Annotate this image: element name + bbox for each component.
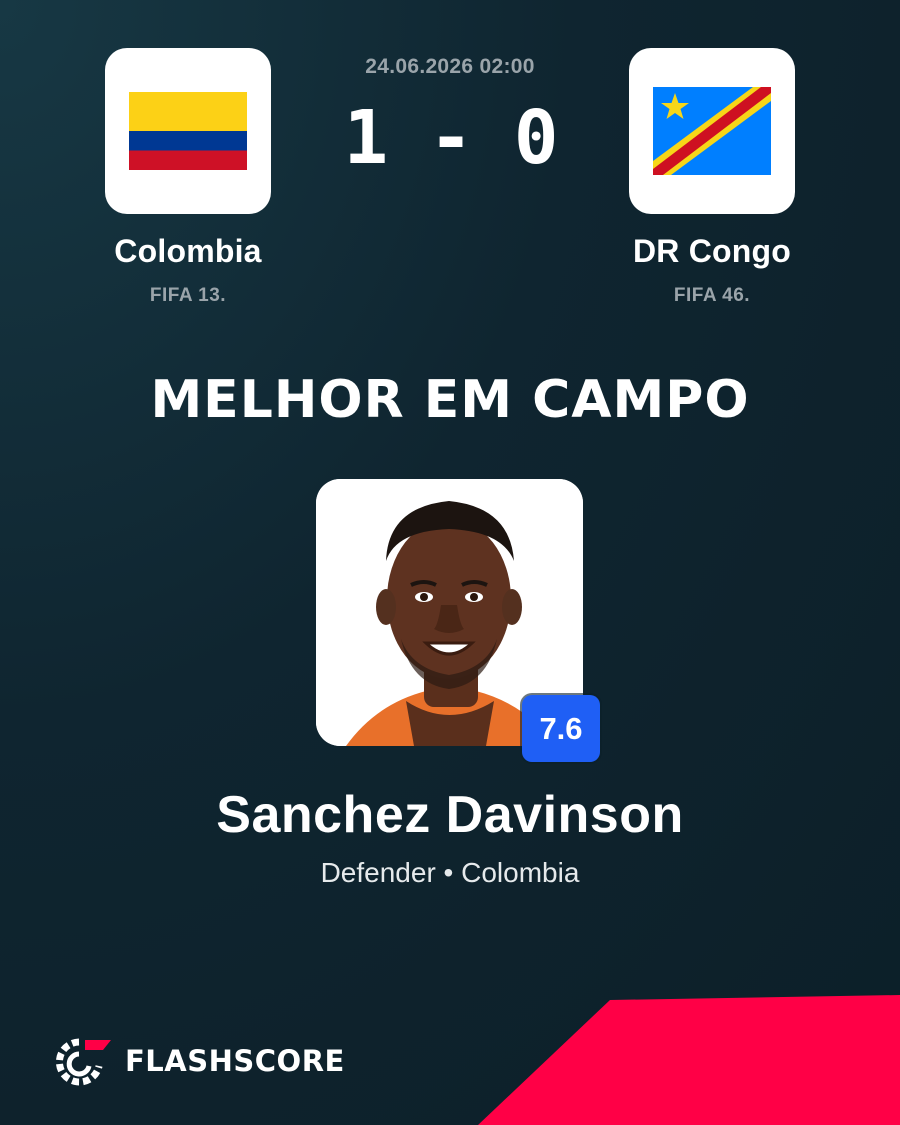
dr-congo-flag-icon: [653, 87, 771, 175]
match-date: 24.06.2026 02:00: [365, 55, 535, 78]
home-team-rank: FIFA 13.: [149, 285, 227, 306]
away-team-flag-card: [629, 48, 795, 214]
headline: MELHOR EM CAMPO: [150, 370, 750, 430]
flashscore-logo: FLASHSCORE: [55, 1036, 345, 1086]
away-team-name: DR Congo: [632, 233, 791, 269]
player-name: Sanchez Davinson: [216, 786, 684, 844]
flashscore-logo-icon: [55, 1038, 111, 1086]
player-info: Defender • Colombia: [320, 857, 580, 888]
brand-name: FLASHSCORE: [125, 1044, 345, 1078]
match-score: 1 - 0: [343, 95, 559, 181]
player-rating-badge: 7.6: [522, 695, 600, 762]
home-team-flag-card: [105, 48, 271, 214]
away-team-rank: FIFA 46.: [673, 285, 751, 306]
home-team-name: Colombia: [114, 233, 262, 269]
colombia-flag-icon: [129, 92, 247, 170]
